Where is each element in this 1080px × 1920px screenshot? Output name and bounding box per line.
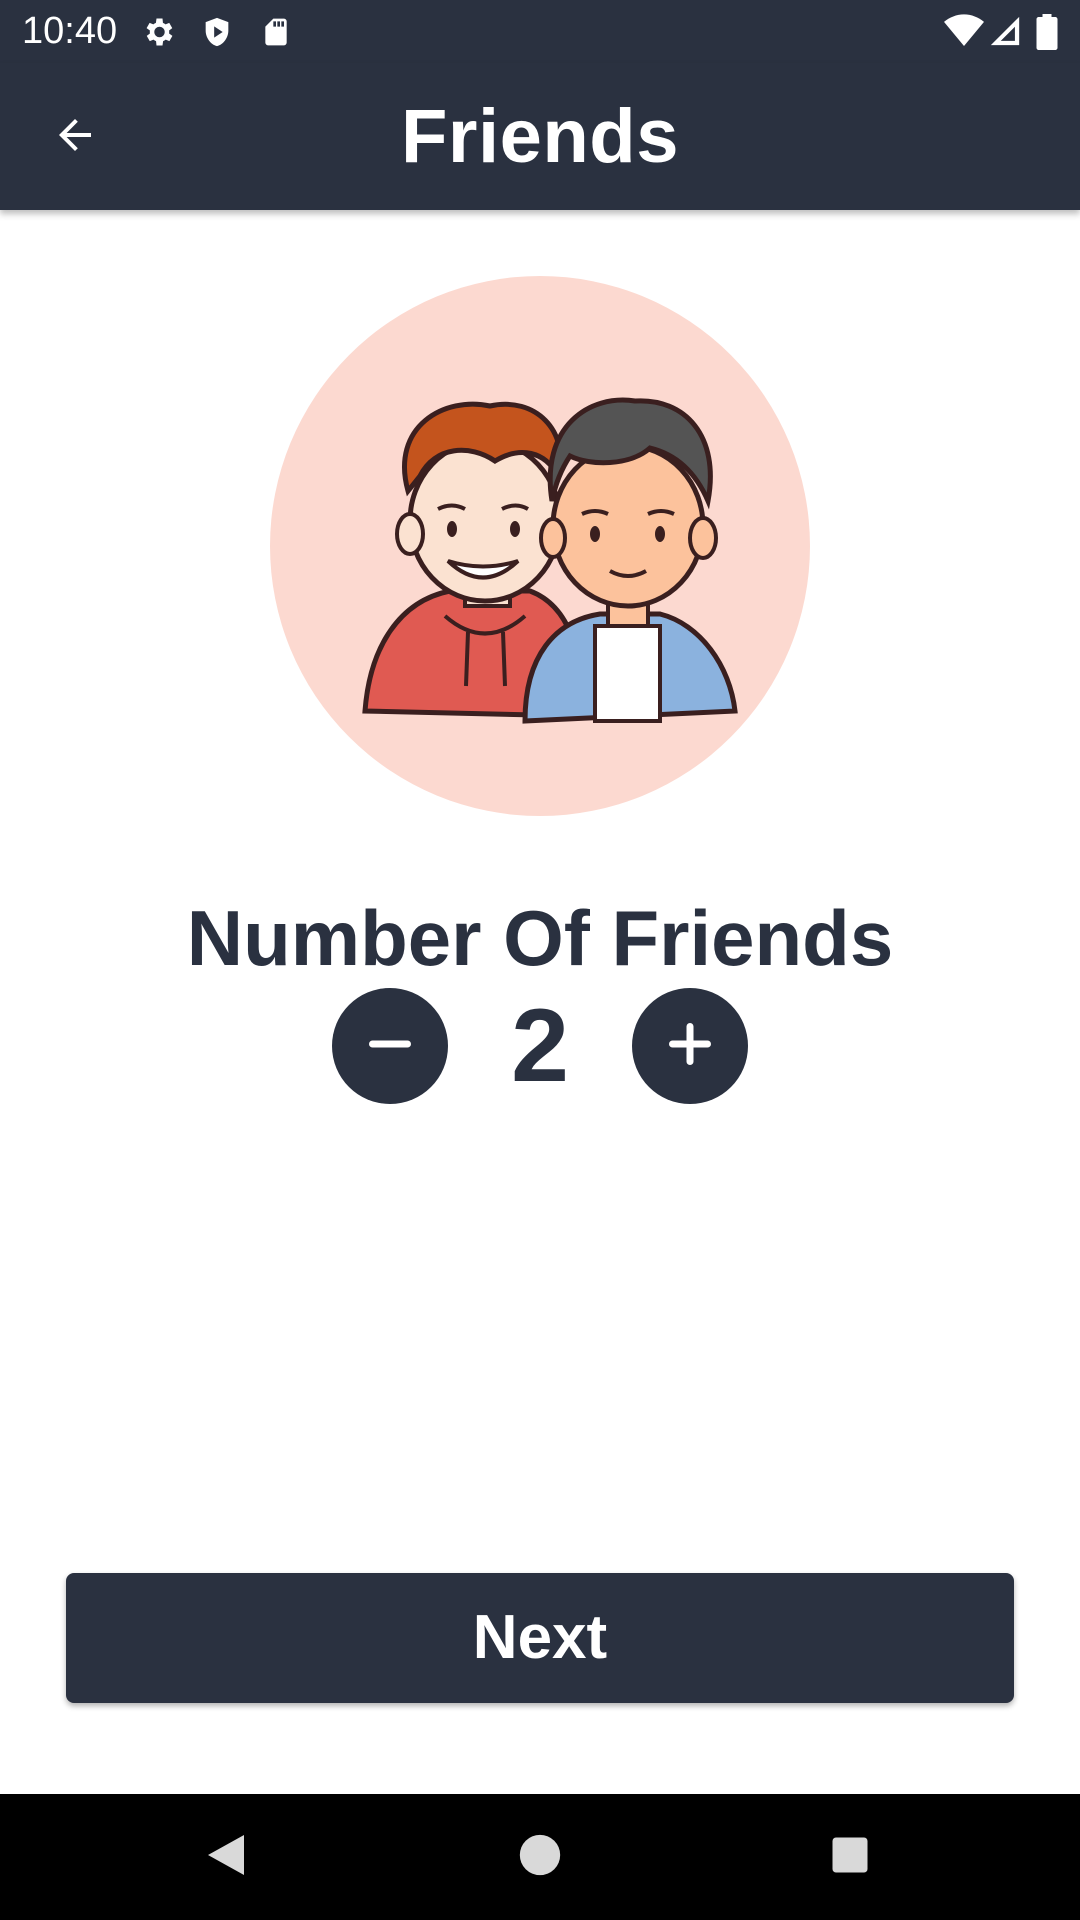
wifi-icon (944, 14, 984, 52)
system-nav-bar (0, 1794, 1080, 1920)
counter-label: Number Of Friends (186, 894, 894, 982)
page-title: Friends (401, 94, 679, 179)
decrement-button[interactable] (332, 988, 448, 1104)
status-time: 10:40 (22, 10, 118, 52)
battery-icon (1036, 14, 1058, 54)
recents-square-icon (829, 1834, 871, 1880)
back-triangle-icon (204, 1831, 248, 1883)
friends-count: 2 (511, 988, 569, 1104)
minus-icon (362, 1016, 418, 1076)
nav-recents-button[interactable] (810, 1822, 890, 1892)
gear-icon (140, 14, 176, 54)
home-circle-icon (518, 1833, 562, 1881)
signal-icon (988, 14, 1022, 52)
next-button[interactable]: Next (66, 1573, 1014, 1703)
plus-icon (662, 1016, 718, 1076)
sd-card-icon (260, 14, 292, 54)
friends-screen: 10:40 Friends Number Of Friends 2 Next (0, 0, 1080, 1920)
app-bar: Friends (0, 63, 1080, 210)
nav-home-button[interactable] (500, 1822, 580, 1892)
two-friends-illustration (270, 276, 810, 816)
increment-button[interactable] (632, 988, 748, 1104)
shield-icon (200, 14, 234, 54)
status-bar: 10:40 (0, 0, 1080, 63)
nav-back-button[interactable] (186, 1822, 266, 1892)
